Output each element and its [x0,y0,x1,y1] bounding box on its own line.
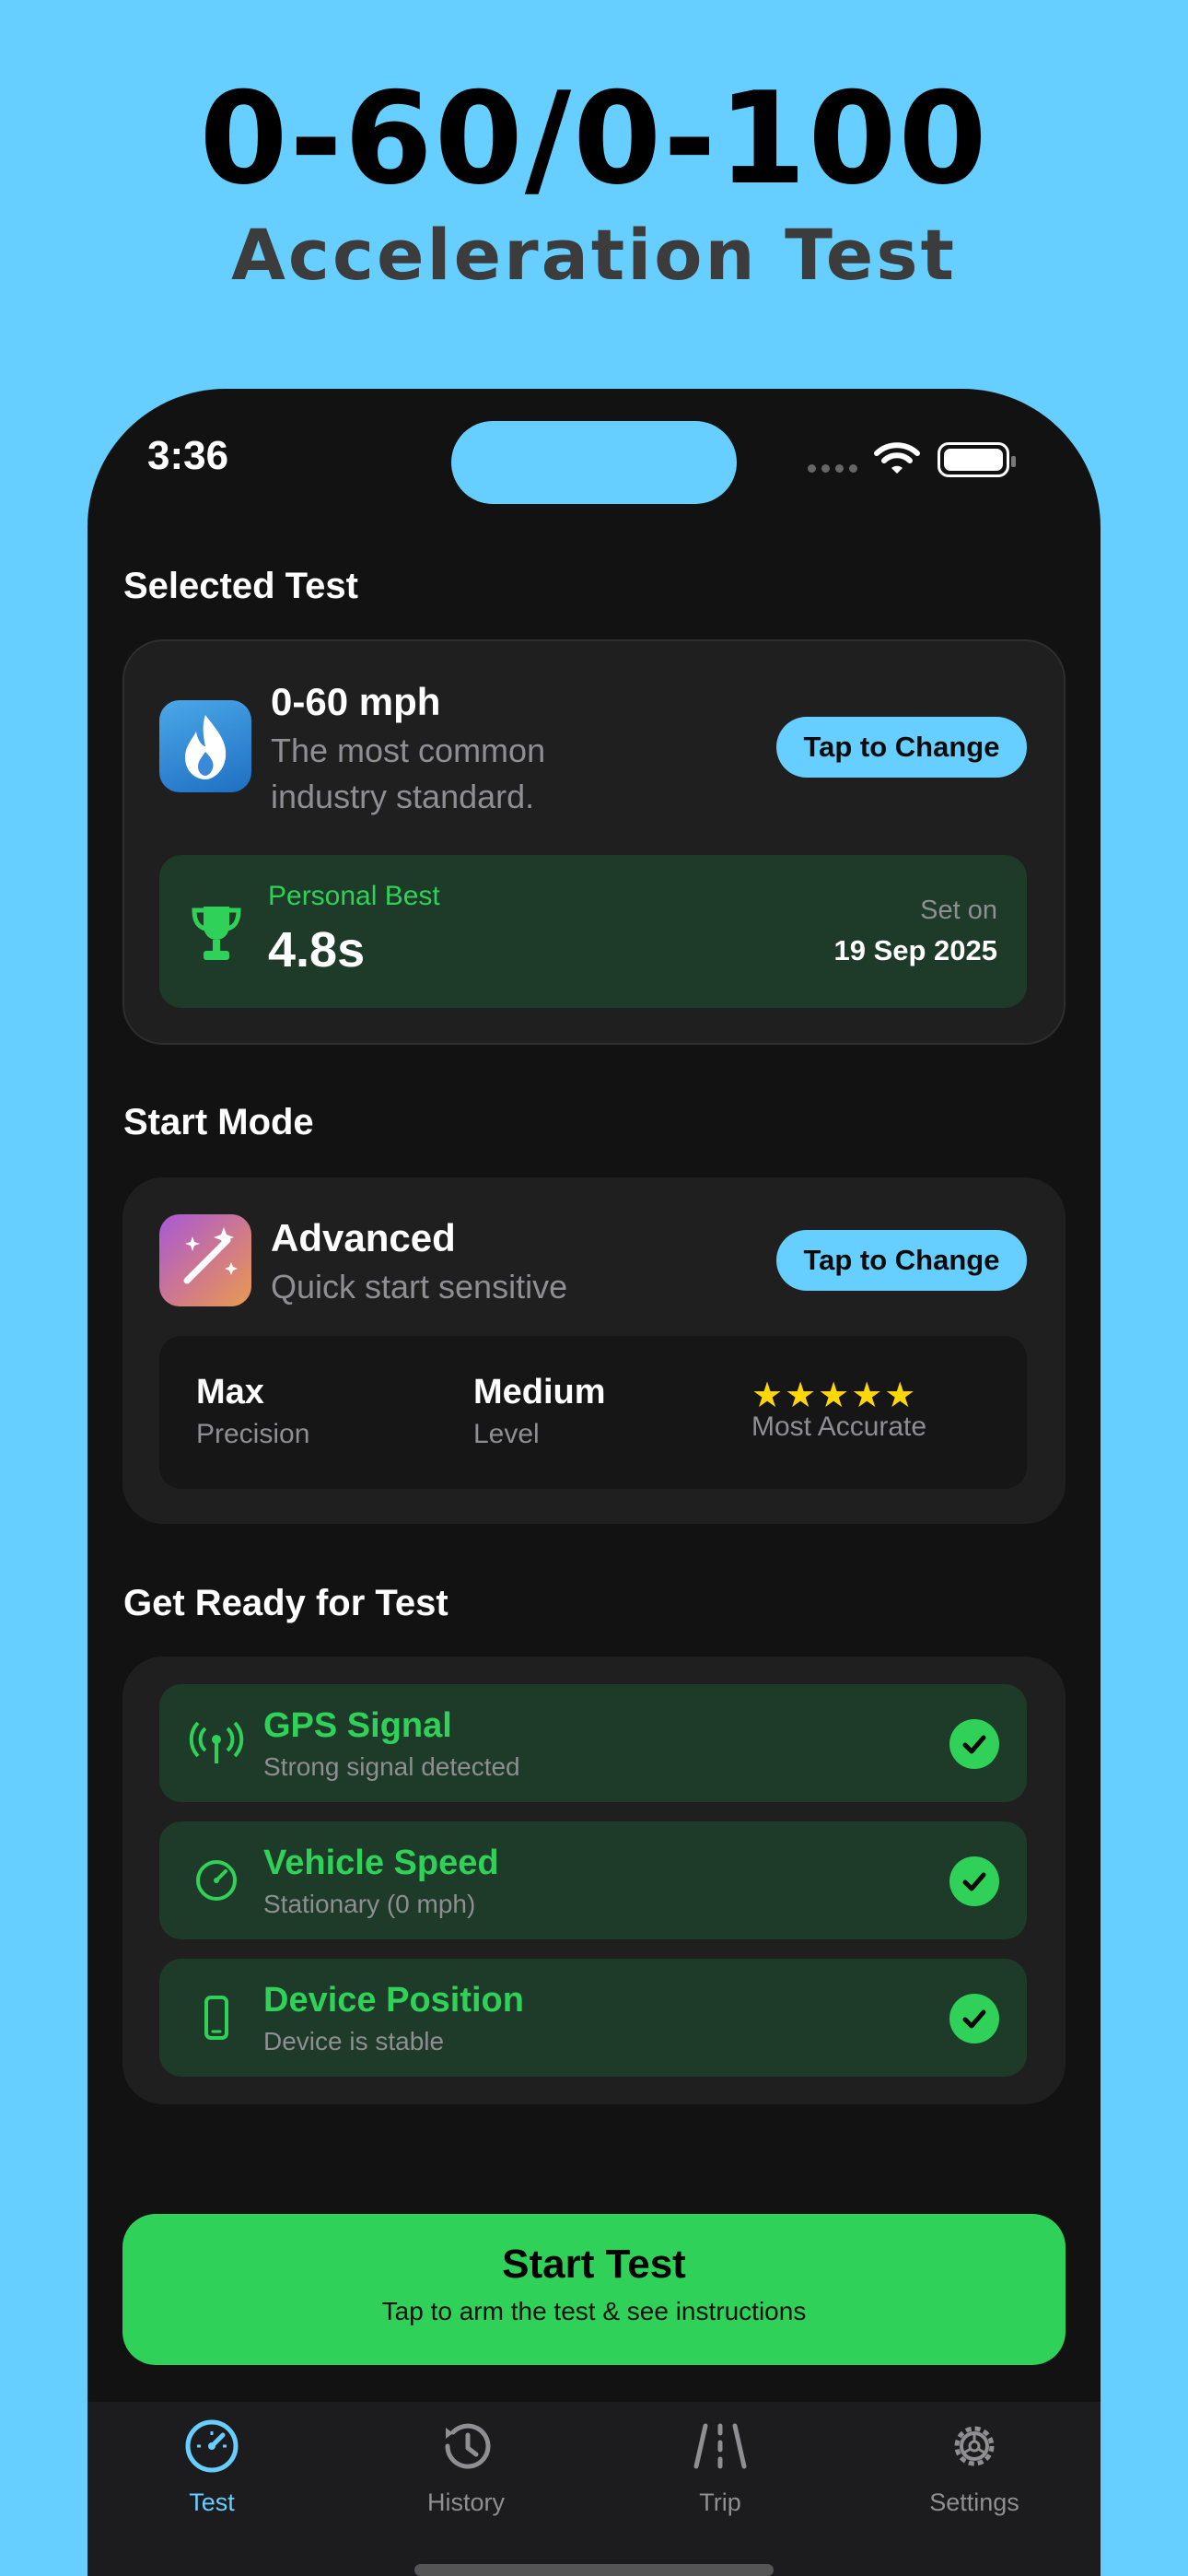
cellular-signal-icon [808,464,857,473]
ready-item-subtitle: Stationary (0 mph) [263,1890,476,1918]
precision-value: Max [196,1373,264,1411]
dynamic-island [451,421,737,504]
checkmark-icon [949,1856,999,1906]
test-name: 0-60 mph [271,680,441,723]
change-start-mode-button[interactable]: Tap to Change [776,1230,1027,1291]
test-description-line1: The most common [271,732,546,769]
home-indicator [414,2564,774,2576]
ready-item-subtitle: Device is stable [263,2027,445,2055]
precision-label: Precision [196,1419,310,1449]
tab-label: History [426,2488,505,2516]
gear-icon [954,2426,995,2466]
level-label: Level [473,1419,540,1449]
tab-bar: Test History Trip Settings [87,2402,1101,2576]
ready-item-gps: GPS Signal Strong signal detected [159,1684,1027,1802]
magic-wand-icon [159,1214,251,1306]
test-description-line2: industry standard. [271,778,535,815]
battery-icon [938,442,1016,477]
start-mode-heading: Start Mode [123,1102,314,1142]
get-ready-heading: Get Ready for Test [123,1583,448,1623]
accuracy-stars: ★★★★★ [751,1376,918,1415]
wifi-icon [874,442,920,474]
flame-icon [159,700,251,792]
speedometer-icon [185,2419,239,2473]
start-test-button[interactable]: Start Test Tap to arm the test & see ins… [122,2214,1066,2365]
ready-item-speed: Vehicle Speed Stationary (0 mph) [159,1821,1027,1939]
set-on-label: Set on [920,896,997,925]
speedometer-icon [196,1860,237,1901]
antenna-icon [189,1721,244,1763]
ready-item-title: Vehicle Speed [263,1844,499,1882]
tab-test[interactable]: Test [120,2402,304,2522]
tab-settings[interactable]: Settings [882,2402,1066,2522]
road-icon [693,2423,747,2469]
level-value: Medium [473,1373,606,1411]
ready-item-subtitle: Strong signal detected [263,1752,520,1781]
status-time: 3:36 [147,433,229,478]
hero-title: 0-60/0-100 [199,64,989,213]
start-mode-name: Advanced [271,1216,456,1259]
personal-best-label: Personal Best [268,881,440,911]
start-mode-description: Quick start sensitive [271,1268,568,1306]
personal-best-date: 19 Sep 2025 [833,934,997,966]
tab-trip[interactable]: Trip [628,2402,812,2522]
change-test-button[interactable]: Tap to Change [776,717,1027,778]
phone-icon [204,1996,228,2040]
hero-subtitle: Acceleration Test [231,214,957,296]
trophy-icon [192,907,241,960]
checkmark-icon [949,1719,999,1769]
ready-item-title: GPS Signal [263,1706,452,1745]
start-test-title: Start Test [502,2242,686,2287]
tab-label: Settings [929,2488,1019,2516]
clock-history-icon [445,2423,491,2469]
ready-item-device: Device Position Device is stable [159,1959,1027,2077]
selected-test-heading: Selected Test [123,566,358,606]
tab-history[interactable]: History [374,2402,558,2522]
start-mode-metrics: Max Precision Medium Level ★★★★★ Most Ac… [159,1336,1027,1489]
checkmark-icon [949,1994,999,2043]
personal-best-value: 4.8s [268,922,366,978]
start-test-subtitle: Tap to arm the test & see instructions [381,2297,807,2325]
tab-label: Trip [699,2488,741,2516]
accuracy-label: Most Accurate [751,1411,927,1442]
ready-item-title: Device Position [263,1981,524,2020]
tab-label: Test [189,2488,235,2516]
personal-best-box: Personal Best 4.8s Set on 19 Sep 2025 [159,855,1027,1008]
